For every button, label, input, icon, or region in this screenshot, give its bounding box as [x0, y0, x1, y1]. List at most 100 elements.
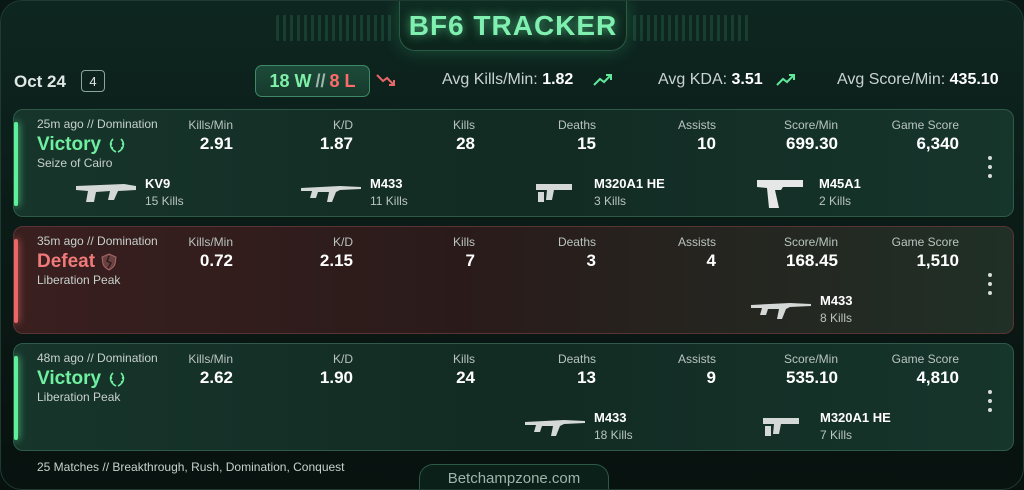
match-card[interactable]: 35m ago // Domination Defeat Liberation …	[13, 226, 1014, 334]
avg-spm-value: 435.10	[949, 71, 999, 88]
weapon-entry: M433 18 Kills	[524, 408, 704, 448]
stat-deaths: Deaths 15	[558, 118, 596, 154]
win-loss-separator: //	[315, 70, 326, 91]
header-decoration-right	[633, 15, 751, 41]
result-label: Victory	[37, 134, 102, 155]
more-options-icon[interactable]	[987, 273, 993, 295]
weapon-name: M433	[370, 176, 403, 191]
more-options-icon[interactable]	[987, 156, 993, 178]
summary-bar: Oct 24 4 18 W // 8 L Avg Kills/Min: 1.82…	[1, 63, 1023, 99]
stat-value: 1.90	[319, 368, 353, 387]
avg-kda-label: Avg KDA:	[658, 71, 728, 88]
weapon-kills: 8 Kills	[820, 311, 853, 325]
result-label: Victory	[37, 368, 102, 389]
trend-up-icon	[776, 74, 795, 86]
map-name: Liberation Peak	[37, 390, 121, 404]
stat-label: Assists	[677, 118, 716, 132]
map-name: Seize of Cairo	[37, 156, 113, 170]
weapon-kills: 18 Kills	[594, 428, 633, 442]
stat-kills-per-min: Kills/Min 2.62	[188, 352, 233, 388]
weapon-entry: M433 11 Kills	[300, 174, 460, 214]
stat-label: K/D	[332, 235, 353, 249]
weapon-kills: 7 Kills	[820, 428, 853, 442]
rifle-icon	[525, 420, 585, 436]
avg-spm-label: Avg Score/Min:	[837, 71, 946, 88]
stat-label: Kills	[452, 118, 475, 132]
stat-value: 168.45	[786, 251, 838, 270]
weapon-kills: 15 Kills	[145, 194, 184, 208]
stat-label: Score/Min	[783, 118, 838, 132]
grenade-launcher-icon	[763, 418, 799, 436]
weapon-entry: M45A1 2 Kills	[755, 174, 915, 214]
page-title: BF6 TRACKER	[408, 9, 618, 41]
pistol-icon	[757, 180, 803, 208]
smg-icon	[76, 184, 136, 202]
stat-kills-per-min: Kills/Min 0.72	[188, 235, 233, 271]
more-options-icon[interactable]	[987, 390, 993, 412]
stat-assists: Assists 4	[678, 235, 716, 271]
result-label: Defeat	[37, 251, 96, 272]
rifle-icon	[301, 186, 361, 202]
stat-label: Game Score	[891, 352, 959, 366]
header-decoration-left	[276, 15, 394, 41]
weapon-name: M433	[820, 293, 853, 308]
match-meta: 25m ago // Domination	[37, 117, 158, 131]
avg-kda-value: 3.51	[731, 71, 763, 88]
stat-game-score: Game Score 6,340	[892, 118, 959, 154]
site-link[interactable]: Betchampzone.com	[448, 470, 581, 487]
laurel-icon	[109, 372, 125, 387]
stat-value: 15	[577, 134, 596, 153]
weapon-entry: KV9 15 Kills	[74, 174, 254, 214]
weapon-entry: M433 8 Kills	[750, 291, 920, 331]
stat-score-per-min: Score/Min 535.10	[784, 352, 838, 388]
stat-label: K/D	[332, 352, 353, 366]
win-loss-badge: 18 W // 8 L	[255, 65, 370, 97]
stat-assists: Assists 9	[678, 352, 716, 388]
trend-up-icon	[593, 74, 612, 86]
weapon-entry: M320A1 HE 7 Kills	[759, 408, 929, 448]
stat-label: Kills	[452, 352, 475, 366]
stat-kd: K/D 1.90	[320, 352, 353, 388]
stat-label: Deaths	[557, 118, 596, 132]
stat-value: 2.62	[199, 368, 233, 387]
stat-kills: Kills 24	[453, 352, 475, 388]
match-card[interactable]: 48m ago // Domination Victory Liberation…	[13, 343, 1014, 451]
weapon-kills: 2 Kills	[819, 194, 852, 208]
weapon-name: M45A1	[819, 176, 861, 191]
stat-label: Kills/Min	[188, 118, 233, 132]
tracker-panel: BF6 TRACKER Oct 24 4 18 W // 8 L Avg Kil…	[0, 0, 1024, 490]
stat-value: 3	[586, 251, 596, 270]
stat-deaths: Deaths 13	[558, 352, 596, 388]
stat-value: 4	[706, 251, 716, 270]
match-meta: 48m ago // Domination	[37, 351, 158, 365]
weapon-name: KV9	[145, 176, 171, 191]
stat-label: K/D	[332, 118, 353, 132]
match-result: Defeat	[37, 251, 117, 273]
stat-label: Deaths	[557, 235, 596, 249]
stat-value: 2.15	[319, 251, 353, 270]
stat-label: Game Score	[891, 235, 959, 249]
stat-label: Kills/Min	[188, 235, 233, 249]
matches-summary: 25 Matches // Breakthrough, Rush, Domina…	[37, 460, 345, 474]
result-stripe	[14, 356, 18, 440]
stat-label: Assists	[677, 235, 716, 249]
avg-score-per-min: Avg Score/Min: 435.10	[837, 71, 999, 89]
stat-kills-per-min: Kills/Min 2.91	[188, 118, 233, 154]
stat-value: 7	[465, 251, 475, 270]
stat-value: 9	[706, 368, 716, 387]
match-card[interactable]: 25m ago // Domination Victory Seize of C…	[13, 109, 1014, 217]
footer-tab: Betchampzone.com	[419, 464, 609, 489]
weapon-name: M320A1 HE	[594, 176, 665, 191]
stat-game-score: Game Score 1,510	[892, 235, 959, 271]
stat-kd: K/D 2.15	[320, 235, 353, 271]
stat-assists: Assists 10	[678, 118, 716, 154]
stat-score-per-min: Score/Min 699.30	[784, 118, 838, 154]
stat-kills: Kills 7	[453, 235, 475, 271]
trend-down-icon	[376, 74, 395, 86]
weapon-kills: 11 Kills	[370, 194, 408, 208]
weapon-name: M320A1 HE	[820, 410, 891, 425]
avg-kda: Avg KDA: 3.51	[658, 71, 763, 89]
stat-value: 699.30	[786, 134, 838, 153]
stat-value: 28	[456, 134, 475, 153]
match-result: Victory	[37, 134, 127, 156]
